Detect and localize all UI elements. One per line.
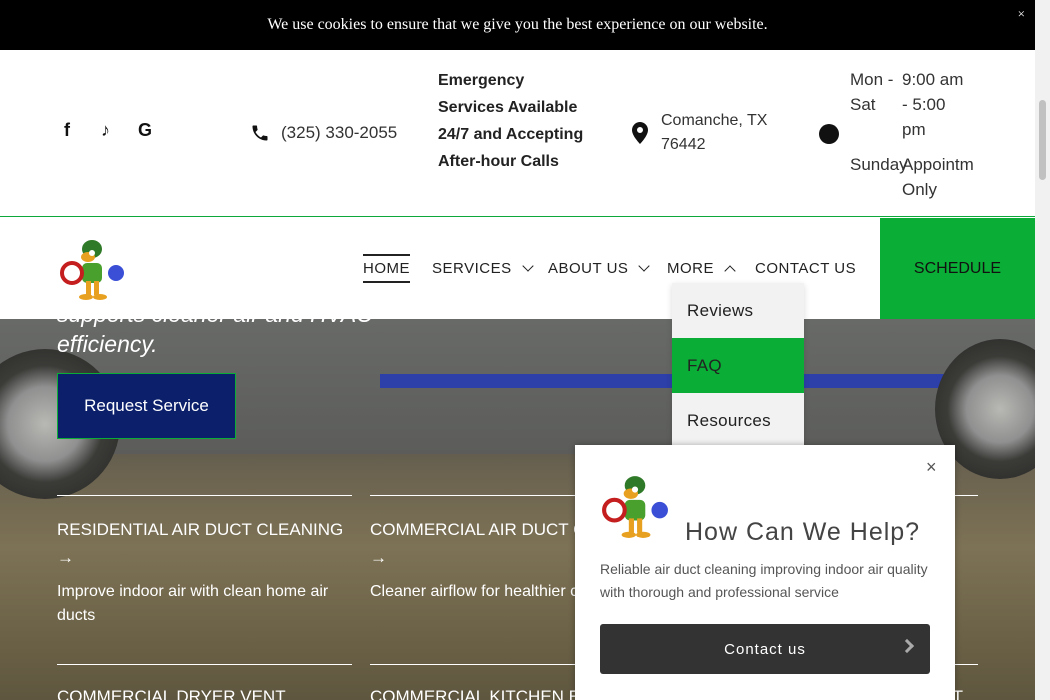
hero-tagline: supports cleaner air and HVAC efficiency… [57,319,373,359]
hours-time-sunday-cont: Only [902,180,937,199]
dropdown-item-resources[interactable]: Resources [672,393,804,448]
hours-days-sunday: Sunday [850,155,908,174]
phone-link[interactable]: (325) 330-2055 [250,123,397,143]
divider [57,664,352,665]
hero-tagline-line1: supports cleaner air and HVAC [57,319,373,329]
nav-home-label: HOME [363,260,410,277]
popup-description: Reliable air duct cleaning improving ind… [600,561,928,600]
dropdown-item-faq[interactable]: FAQ [672,338,804,393]
nav-about-label: ABOUT US [548,260,629,277]
cookie-message: We use cookies to ensure that we give yo… [267,16,768,33]
service-card-residential[interactable]: RESIDENTIAL AIR DUCT CLEANING → Improve i… [57,495,352,628]
location-block: Comanche, TX 76442 [632,109,781,157]
nav-contact-label: CONTACT US [755,260,857,277]
contact-us-button[interactable]: Contact us [600,624,930,674]
help-popup: × How Can We Help? Reliable air duct cle… [575,445,955,700]
popup-title: How Can We Help? [685,518,921,546]
top-info-bar: f ♪ G (325) 330-2055 Emergency Services … [0,50,1035,217]
emergency-notice: Emergency Services Available 24/7 and Ac… [438,72,584,170]
scrollbar-thumb[interactable] [1039,100,1046,180]
hours-days-weekday: Mon - Sat [850,70,894,114]
nav-more-label: MORE [667,260,714,277]
social-links: f ♪ G [64,120,175,141]
service-title[interactable]: RESIDENTIAL AIR DUCT CLEANING → [57,516,352,572]
request-service-button[interactable]: Request Service [57,373,236,439]
chevron-down-icon [638,260,651,272]
popup-logo-mascot [602,476,668,538]
nav-services-label: SERVICES [432,260,512,277]
service-card-dryer-vent[interactable]: COMMERCIAL DRYER VENT [57,664,352,700]
nav-more[interactable]: MORE [667,260,736,277]
nav-services[interactable]: SERVICES [432,260,534,277]
phone-number: (325) 330-2055 [281,123,398,142]
tiktok-icon[interactable]: ♪ [101,120,138,141]
divider [57,495,352,496]
cookie-banner: We use cookies to ensure that we give yo… [0,0,1035,50]
popup-close-button[interactable]: × [926,457,937,478]
facebook-icon[interactable]: f [64,120,101,141]
location-text: Comanche, TX 76442 [661,112,768,153]
nav-contact-us[interactable]: CONTACT US [755,260,856,277]
schedule-button[interactable]: SCHEDULE [880,218,1035,319]
clock-icon [819,124,839,144]
map-pin-icon [632,122,648,144]
chevron-right-icon [899,638,915,654]
chevron-down-icon [521,260,534,272]
main-navigation: HOME SERVICES ABOUT US MORE CONTACT US S… [0,218,1035,319]
cookie-close-button[interactable]: × [1018,6,1025,22]
hours-time-weekday: 9:00 am - 5:00 pm [902,70,964,139]
logo-mascot[interactable] [58,233,126,303]
phone-icon [252,125,268,141]
page-scrollbar[interactable] [1035,0,1050,700]
nav-home[interactable]: HOME [363,254,410,283]
service-title[interactable]: COMMERCIAL DRYER VENT [57,683,352,700]
google-icon[interactable]: G [138,120,175,141]
chevron-up-icon [724,264,736,277]
hours-time-sunday: Appointm [902,155,974,174]
contact-us-label: Contact us [724,640,806,658]
nav-about-us[interactable]: ABOUT US [548,260,651,277]
dropdown-item-reviews[interactable]: Reviews [672,283,804,338]
service-description: Improve indoor air with clean home air d… [57,583,329,624]
more-dropdown-menu: Reviews FAQ Resources [672,283,804,448]
hero-tagline-line2: efficiency. [57,331,158,357]
